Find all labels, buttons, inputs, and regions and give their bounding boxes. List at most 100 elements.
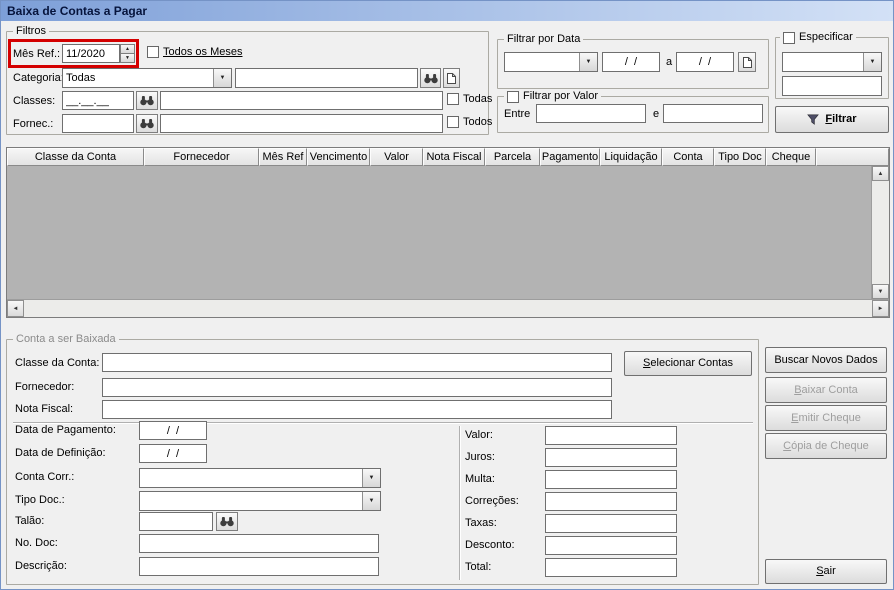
classes-search-button[interactable] (136, 91, 158, 110)
categoria-search-input[interactable] (235, 68, 418, 88)
data-definicao-input[interactable] (139, 444, 207, 463)
spinner-down-button[interactable]: ▼ (120, 54, 135, 63)
scroll-up-button[interactable]: ▲ (872, 166, 889, 181)
title-bar[interactable]: Baixa de Contas a Pagar (1, 1, 893, 21)
copia-de-cheque-button[interactable]: Cópia de Cheque (765, 433, 887, 459)
classes-mask-input[interactable] (62, 91, 134, 110)
especificar-texto-input[interactable] (782, 76, 882, 96)
todos-os-meses-label: Todos os Meses (163, 46, 243, 58)
nota-fiscal-input[interactable] (102, 400, 612, 419)
desconto-input[interactable] (545, 536, 677, 555)
conta-a-ser-baixada-group: Conta a ser Baixada Classe da Conta: Sel… (6, 333, 759, 585)
col-header-cheque[interactable]: Cheque (766, 148, 816, 166)
scroll-down-button[interactable]: ▼ (872, 284, 889, 299)
especificar-group: Especificar ▼ (775, 31, 889, 99)
data-pagamento-label: Data de Pagamento: (15, 424, 116, 436)
dropdown-arrow-icon[interactable]: ▼ (213, 69, 231, 87)
horizontal-scrollbar[interactable]: ◄ ► (7, 299, 889, 317)
dropdown-arrow-icon[interactable]: ▼ (863, 53, 881, 71)
no-doc-input[interactable] (139, 534, 379, 553)
data-pagamento-input[interactable] (139, 421, 207, 440)
talao-search-button[interactable] (216, 512, 238, 531)
data-final-input[interactable] (676, 52, 734, 72)
descricao-input[interactable] (139, 557, 379, 576)
col-header-valor[interactable]: Valor (370, 148, 423, 166)
col-header-fornecedor[interactable]: Fornecedor (144, 148, 259, 166)
classes-todas-checkbox[interactable] (447, 93, 459, 105)
fornecedor-description-input[interactable] (160, 114, 443, 133)
multa-input[interactable] (545, 470, 677, 489)
categoria-new-button[interactable] (443, 68, 460, 88)
baixar-conta-button[interactable]: Baixar Conta (765, 377, 887, 403)
data-definicao-label: Data de Definição: (15, 447, 106, 459)
nota-fiscal-label: Nota Fiscal: (15, 403, 74, 415)
mes-ref-input[interactable] (62, 44, 120, 63)
fornecedor-baixa-input[interactable] (102, 378, 612, 397)
valor-input[interactable] (545, 426, 677, 445)
dropdown-arrow-icon[interactable]: ▼ (362, 469, 380, 487)
fornecedor-todos-checkbox[interactable] (447, 116, 459, 128)
categoria-label: Categoria: (13, 72, 64, 84)
valor-de-input[interactable] (536, 104, 646, 123)
especificar-combobox-value (783, 53, 863, 71)
funnel-icon (807, 114, 820, 125)
fornecedor-label: Fornec.: (13, 118, 54, 130)
scroll-left-button[interactable]: ◄ (7, 300, 24, 317)
col-header-pagamento[interactable]: Pagamento (540, 148, 600, 166)
col-header-parcela[interactable]: Parcela (485, 148, 540, 166)
dropdown-arrow-icon[interactable]: ▼ (362, 492, 380, 510)
filtrar-por-valor-checkbox[interactable] (507, 90, 519, 103)
valor-ate-input[interactable] (663, 104, 763, 123)
dropdown-arrow-icon[interactable]: ▼ (579, 53, 597, 71)
fornecedor-baixa-label: Fornecedor: (15, 381, 75, 393)
col-header-liquidacao[interactable]: Liquidação (600, 148, 662, 166)
fornecedor-search-button[interactable] (136, 114, 158, 133)
sair-button[interactable]: Sair (765, 559, 887, 584)
categoria-combobox-value: Todas (66, 72, 96, 84)
filtros-group: Filtros Mês Ref.: ▲ ▼ Todos os Meses Cat… (6, 25, 492, 135)
date-picker-button[interactable] (738, 52, 756, 72)
todos-os-meses-checkbox[interactable] (147, 46, 159, 58)
fornecedor-todos-checkbox-row: Todos (447, 116, 492, 128)
data-inicial-input[interactable] (602, 52, 660, 72)
fornecedor-code-input[interactable] (62, 114, 134, 133)
classe-da-conta-input[interactable] (102, 353, 612, 372)
col-header-vencimento[interactable]: Vencimento (307, 148, 370, 166)
col-header-classe-da-conta[interactable]: Classe da Conta (7, 148, 144, 166)
juros-input[interactable] (545, 448, 677, 467)
conta-corr-combobox[interactable]: ▼ (139, 468, 381, 488)
especificar-combobox[interactable]: ▼ (782, 52, 882, 72)
tipo-doc-combobox[interactable]: ▼ (139, 491, 381, 511)
especificar-checkbox[interactable] (783, 31, 795, 44)
col-header-conta[interactable]: Conta (662, 148, 714, 166)
spinner-up-button[interactable]: ▲ (120, 44, 135, 54)
buscar-novos-dados-button[interactable]: Buscar Novos Dados (765, 347, 887, 373)
filtrar-button[interactable]: Filtrar (775, 106, 889, 133)
categoria-search-button[interactable] (420, 68, 441, 88)
valor-label: Valor: (465, 429, 493, 441)
talao-input[interactable] (139, 512, 213, 531)
total-label: Total: (465, 561, 492, 573)
col-header-tipo-doc[interactable]: Tipo Doc (714, 148, 766, 166)
selecionar-contas-button[interactable]: Selecionar Contas (624, 351, 752, 376)
binoculars-icon (140, 96, 154, 106)
col-header-mes-ref[interactable]: Mês Ref (259, 148, 307, 166)
categoria-combobox[interactable]: Todas ▼ (62, 68, 232, 88)
filtrar-por-data-group: Filtrar por Data ▼ a (497, 33, 769, 89)
tipo-data-combobox[interactable]: ▼ (504, 52, 598, 72)
classe-da-conta-label: Classe da Conta: (15, 357, 100, 369)
taxas-input[interactable] (545, 514, 677, 533)
correcoes-input[interactable] (545, 492, 677, 511)
correcoes-label: Correções: (465, 495, 519, 507)
especificar-legend: Especificar (780, 31, 856, 44)
scroll-right-button[interactable]: ► (872, 300, 889, 317)
vertical-scrollbar[interactable]: ▲ ▼ (871, 166, 889, 299)
emitir-cheque-button[interactable]: Emitir Cheque (765, 405, 887, 431)
horizontal-scrollbar-track[interactable] (24, 300, 872, 317)
entre-label: Entre (504, 108, 531, 120)
classes-description-input[interactable] (160, 91, 443, 110)
grid-body[interactable] (7, 166, 871, 299)
total-input[interactable] (545, 558, 677, 577)
binoculars-icon (140, 119, 154, 129)
col-header-nota-fiscal[interactable]: Nota Fiscal (423, 148, 485, 166)
